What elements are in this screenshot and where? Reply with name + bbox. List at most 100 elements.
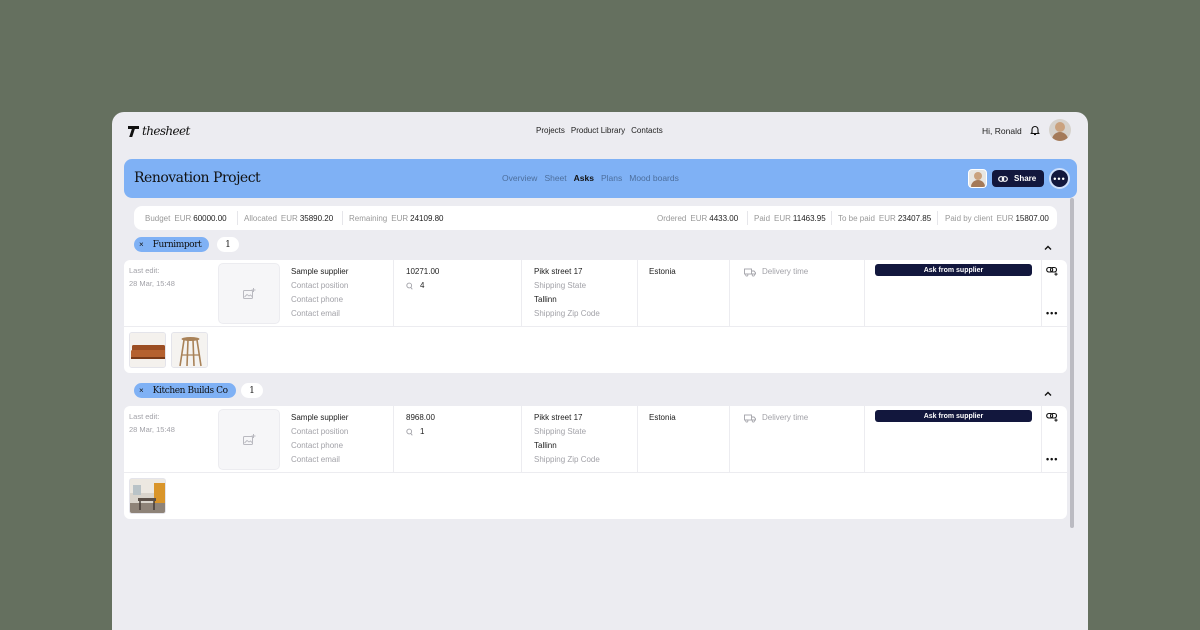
contact-position[interactable]: Contact position [291, 279, 348, 293]
quantity-icon [406, 428, 413, 436]
ask-card: Last edit: 28 Mar, 15:48 Sample supplier… [124, 406, 1067, 519]
shipping-zip[interactable]: Shipping Zip Code [534, 453, 600, 467]
stat-divider [937, 211, 938, 225]
truck-icon [744, 268, 756, 277]
bell-icon[interactable] [1028, 123, 1042, 137]
last-edit-label: Last edit: [129, 266, 160, 275]
shipping-address: Pikk street 17 Shipping State Tallinn Sh… [534, 265, 600, 321]
shipping-city[interactable]: Tallinn [534, 439, 600, 453]
stat-divider [237, 211, 238, 225]
link-add-icon[interactable] [1046, 412, 1059, 422]
stat-allocated: Allocated EUR 35890.20 [244, 214, 334, 223]
close-icon[interactable]: × [139, 386, 144, 395]
add-image-icon [243, 287, 256, 299]
ask-from-supplier-button[interactable]: Ask from supplier [875, 264, 1032, 276]
nav-projects[interactable]: Projects [536, 126, 565, 135]
link-icon [998, 175, 1008, 182]
column-divider [864, 406, 865, 472]
avatar-body [1052, 132, 1068, 141]
avatar-head [974, 172, 982, 180]
stat-remaining: Remaining EUR 24109.80 [349, 214, 444, 223]
delivery-time[interactable]: Delivery time [744, 265, 808, 279]
tab-sheet[interactable]: Sheet [544, 173, 566, 183]
amount-column: 8968.00 1 [406, 411, 435, 439]
column-divider [393, 406, 394, 472]
top-bar: thesheet Projects Product Library Contac… [112, 112, 1088, 150]
chevron-up-icon[interactable] [1043, 243, 1053, 253]
project-tabs: Overview Sheet Asks Plans Mood boards [502, 173, 679, 183]
stat-to-be-paid: To be paid EUR 23407.85 [838, 214, 932, 223]
stat-paid: Paid EUR 11463.95 [754, 214, 826, 223]
last-edit-info: Last edit: 28 Mar, 15:48 [129, 264, 175, 290]
contact-phone[interactable]: Contact phone [291, 293, 348, 307]
item-count-badge: 1 [241, 383, 263, 398]
logo[interactable]: thesheet [128, 124, 190, 138]
shipping-street[interactable]: Pikk street 17 [534, 265, 600, 279]
tab-mood-boards[interactable]: Mood boards [629, 173, 679, 183]
row-more-icon[interactable]: ••• [1046, 308, 1058, 318]
last-edit-date: 28 Mar, 15:48 [129, 425, 175, 434]
amount-column: 10271.00 4 [406, 265, 439, 293]
tab-overview[interactable]: Overview [502, 173, 537, 183]
link-add-icon[interactable] [1046, 266, 1059, 276]
tab-asks[interactable]: Asks [574, 173, 594, 183]
supplier-name[interactable]: Sample supplier [291, 411, 348, 425]
app-window: thesheet Projects Product Library Contac… [112, 112, 1088, 630]
last-edit-label: Last edit: [129, 412, 160, 421]
logo-text: thesheet [142, 124, 190, 138]
shipping-street[interactable]: Pikk street 17 [534, 411, 600, 425]
contact-position[interactable]: Contact position [291, 425, 348, 439]
product-thumbnail-sofa[interactable] [129, 332, 166, 368]
contact-email[interactable]: Contact email [291, 307, 348, 321]
add-image-icon [243, 433, 256, 445]
contact-phone[interactable]: Contact phone [291, 439, 348, 453]
avatar-body [971, 180, 985, 187]
row-divider [124, 326, 1067, 327]
row-divider [124, 472, 1067, 473]
supplier-contact: Sample supplier Contact position Contact… [291, 411, 348, 467]
project-more-button[interactable]: ••• [1049, 168, 1070, 189]
column-divider [521, 260, 522, 326]
quantity: 4 [406, 279, 439, 293]
item-count-badge: 1 [217, 237, 239, 252]
image-placeholder[interactable] [218, 263, 280, 324]
row-more-icon[interactable]: ••• [1046, 454, 1058, 464]
contact-email[interactable]: Contact email [291, 453, 348, 467]
delivery-time[interactable]: Delivery time [744, 411, 808, 425]
product-thumbnail-kitchen[interactable] [129, 478, 166, 514]
chevron-up-icon[interactable] [1043, 389, 1053, 399]
nav-product-library[interactable]: Product Library [571, 126, 625, 135]
quantity: 1 [406, 425, 435, 439]
tab-plans[interactable]: Plans [601, 173, 622, 183]
supplier-name[interactable]: Sample supplier [291, 265, 348, 279]
ask-from-supplier-button[interactable]: Ask from supplier [875, 410, 1032, 422]
supplier-name: Kitchen Builds Co [152, 385, 228, 396]
amount-value: 8968.00 [406, 413, 435, 422]
column-divider [729, 406, 730, 472]
country-column: Estonia [649, 265, 676, 279]
shipping-zip[interactable]: Shipping Zip Code [534, 307, 600, 321]
quantity-icon [406, 282, 413, 290]
shipping-country[interactable]: Estonia [649, 265, 676, 279]
column-divider [393, 260, 394, 326]
logo-mark-icon [128, 125, 139, 137]
shipping-city[interactable]: Tallinn [534, 293, 600, 307]
close-icon[interactable]: × [139, 240, 144, 249]
supplier-chip[interactable]: × Furnimport [134, 237, 210, 252]
shipping-state[interactable]: Shipping State [534, 279, 600, 293]
last-edit-date: 28 Mar, 15:48 [129, 279, 175, 288]
share-button[interactable]: Share [992, 170, 1044, 187]
user-avatar[interactable] [1049, 119, 1071, 141]
country-column: Estonia [649, 411, 676, 425]
column-divider [637, 260, 638, 326]
image-placeholder[interactable] [218, 409, 280, 470]
shipping-state[interactable]: Shipping State [534, 425, 600, 439]
collaborator-avatar[interactable] [968, 169, 987, 188]
shipping-country[interactable]: Estonia [649, 411, 676, 425]
column-divider [1041, 406, 1042, 472]
scrollbar[interactable] [1070, 198, 1074, 528]
supplier-chip[interactable]: × Kitchen Builds Co [134, 383, 236, 398]
stool-image [172, 333, 207, 367]
product-thumbnail-stool[interactable] [171, 332, 208, 368]
nav-contacts[interactable]: Contacts [631, 126, 663, 135]
